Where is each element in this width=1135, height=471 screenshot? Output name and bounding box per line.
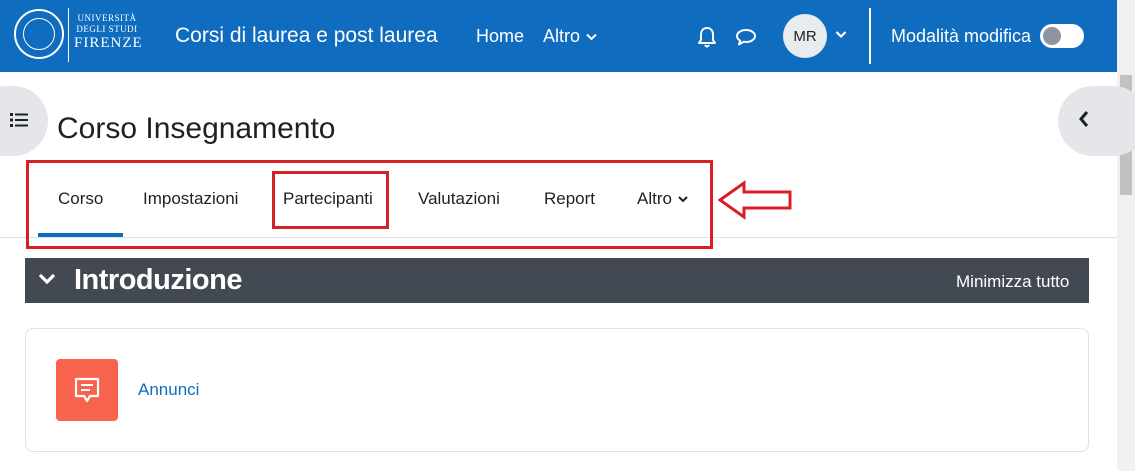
toggle-knob [1043, 27, 1061, 45]
chevron-down-icon[interactable] [38, 272, 56, 286]
section-title[interactable]: Introduzione [74, 264, 242, 297]
list-icon [10, 113, 28, 127]
chevron-down-icon [586, 33, 597, 40]
chevron-left-icon [1079, 111, 1089, 127]
logo-line-2: DEGLI STUDI [76, 24, 138, 34]
forum-icon[interactable] [56, 359, 118, 421]
university-seal-icon [14, 9, 64, 59]
edit-mode-toggle[interactable] [1040, 24, 1084, 48]
site-title[interactable]: Corsi di laurea e post laurea [175, 24, 438, 48]
page-scrollbar[interactable] [1117, 0, 1135, 471]
block-drawer-toggle[interactable] [1058, 86, 1135, 156]
bell-icon[interactable] [695, 25, 719, 49]
nav-link-home[interactable]: Home [476, 26, 524, 47]
top-navbar: UNIVERSITÀ DEGLI STUDI FIRENZE Corsi di … [0, 0, 1117, 72]
chat-icon[interactable] [734, 25, 758, 49]
nav-link-more-label: Altro [543, 26, 581, 46]
participants-highlight-box [272, 171, 389, 229]
chevron-down-icon[interactable] [835, 30, 847, 39]
logo-line-1: UNIVERSITÀ [77, 13, 137, 23]
edit-mode-label: Modalità modifica [891, 26, 1032, 46]
collapse-all-link[interactable]: Minimizza tutto [956, 272, 1069, 292]
arrow-left-icon [718, 180, 792, 220]
activity-link-announcements[interactable]: Annunci [138, 380, 199, 400]
university-logo[interactable]: UNIVERSITÀ DEGLI STUDI FIRENZE [14, 6, 143, 64]
user-avatar[interactable]: MR [783, 14, 827, 58]
page-title: Corso Insegnamento [57, 112, 336, 145]
logo-line-3: FIRENZE [74, 35, 143, 51]
nav-link-more[interactable]: Altro [543, 26, 597, 47]
